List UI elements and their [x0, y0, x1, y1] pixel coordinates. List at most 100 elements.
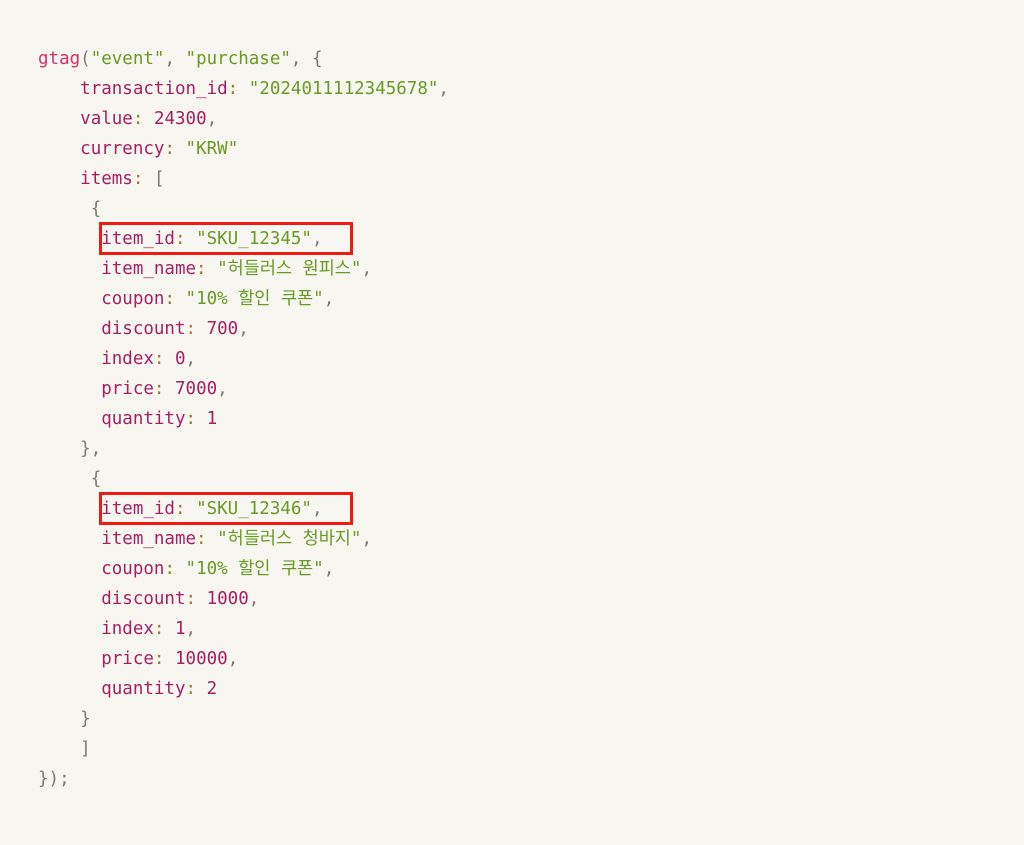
code-token-punc: {: [90, 199, 102, 219]
code-token-punc: ,: [361, 529, 372, 549]
code-token-punc: ,: [248, 589, 260, 609]
code-token-colon: :: [185, 409, 197, 429]
code-token-punc: ,: [185, 349, 197, 369]
code-line: index: 0,: [38, 344, 1024, 374]
code-token-punc: [175, 559, 186, 579]
code-token-punc: [164, 649, 175, 669]
code-token-punc: ,: [206, 109, 218, 129]
code-token-num: 1: [206, 409, 218, 429]
code-line: },: [38, 434, 1024, 464]
code-token-colon: :: [164, 289, 175, 309]
code-token-punc: [207, 529, 218, 549]
code-line: {: [38, 194, 1024, 224]
code-line: quantity: 2: [38, 674, 1024, 704]
code-token-colon: :: [185, 589, 197, 609]
code-token-num: 1: [175, 619, 186, 639]
code-token-str: "SKU_12345": [196, 229, 312, 249]
code-token-punc: [175, 289, 186, 309]
code-line: discount: 1000,: [38, 584, 1024, 614]
code-line: quantity: 1: [38, 404, 1024, 434]
code-token-punc: {: [90, 469, 102, 489]
code-token-key: index: [101, 619, 154, 639]
code-token-punc: ,: [238, 319, 249, 339]
code-token-str: "purchase": [185, 49, 291, 69]
code-token-str: "허들러스 원피스": [217, 259, 362, 279]
code-token-num: 0: [175, 349, 186, 369]
code-token-punc: ,: [164, 49, 186, 69]
code-line: coupon: "10% 할인 쿠폰",: [38, 284, 1024, 314]
code-line: price: 10000,: [38, 644, 1024, 674]
code-token-key: item_id: [101, 499, 175, 519]
code-token-num: 2: [206, 679, 218, 699]
code-token-key: currency: [80, 139, 165, 159]
code-token-colon: :: [153, 619, 165, 639]
code-token-colon: :: [185, 679, 197, 699]
code-token-str: "event": [90, 49, 165, 69]
code-token-num: 10000: [175, 649, 228, 669]
code-token-str: "2024011112345678": [248, 79, 439, 99]
code-token-punc: ,: [227, 649, 239, 669]
code-token-colon: :: [132, 109, 144, 129]
code-token-key: index: [101, 349, 154, 369]
code-token-punc: ,: [311, 499, 323, 519]
code-line: });: [38, 764, 1024, 794]
code-token-punc: [175, 139, 186, 159]
code-token-punc: [186, 229, 197, 249]
code-token-num: 700: [206, 319, 239, 339]
code-token-colon: :: [164, 139, 175, 159]
code-line: gtag("event", "purchase", {: [38, 44, 1024, 74]
code-token-colon: :: [196, 529, 207, 549]
code-token-str: "10% 할인 쿠폰": [185, 289, 324, 309]
code-token-punc: [143, 169, 154, 189]
code-token-str: "KRW": [185, 139, 239, 159]
code-token-key: quantity: [101, 409, 186, 429]
code-line: item_name: "허들러스 청바지",: [38, 524, 1024, 554]
code-token-punc: [207, 259, 218, 279]
code-token-punc: [164, 619, 175, 639]
code-token-punc: [196, 679, 207, 699]
code-token-key: price: [101, 649, 154, 669]
code-token-punc: [143, 109, 154, 129]
code-token-key: transaction_id: [80, 79, 228, 99]
code-token-key: item_name: [101, 259, 197, 279]
code-line: ]: [38, 734, 1024, 764]
code-token-punc: ,: [438, 79, 449, 99]
code-token-punc: {: [311, 49, 323, 69]
code-token-punc: [238, 79, 249, 99]
code-token-punc: [196, 319, 207, 339]
code-token-colon: :: [132, 169, 144, 189]
code-token-punc: [164, 379, 175, 399]
code-token-punc: ]: [80, 739, 91, 759]
code-block[interactable]: gtag("event", "purchase", { transaction_…: [38, 44, 1024, 794]
code-token-punc: [196, 409, 207, 429]
code-line: transaction_id: "2024011112345678",: [38, 74, 1024, 104]
code-token-punc: (: [80, 49, 91, 69]
code-line: items: [: [38, 164, 1024, 194]
code-line: item_name: "허들러스 원피스",: [38, 254, 1024, 284]
code-token-key: items: [80, 169, 133, 189]
code-line: coupon: "10% 할인 쿠폰",: [38, 554, 1024, 584]
code-token-punc: ,: [290, 49, 312, 69]
code-token-punc: },: [80, 439, 102, 459]
code-token-colon: :: [153, 349, 165, 369]
code-token-colon: :: [174, 499, 186, 519]
